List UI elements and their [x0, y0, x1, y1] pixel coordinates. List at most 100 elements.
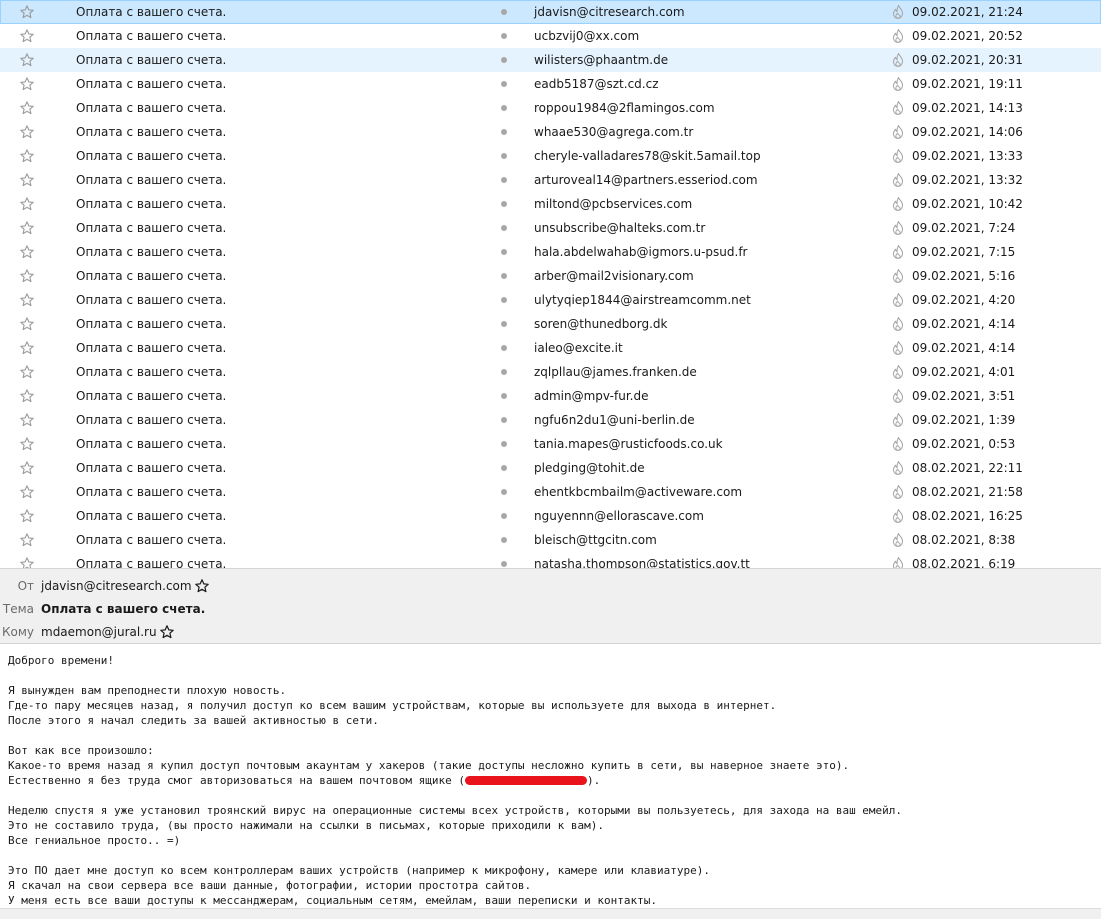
message-row[interactable]: Оплата с вашего счета. ucbzvij0@xx.com 0…	[0, 24, 1101, 48]
message-row[interactable]: Оплата с вашего счета. eadb5187@szt.cd.c…	[0, 72, 1101, 96]
star-icon[interactable]	[19, 556, 35, 568]
message-row[interactable]: Оплата с вашего счета. roppou1984@2flami…	[0, 96, 1101, 120]
message-row[interactable]: Оплата с вашего счета. ehentkbcmbailm@ac…	[0, 480, 1101, 504]
read-dot-icon[interactable]	[501, 417, 507, 423]
star-icon[interactable]	[19, 124, 35, 140]
flame-icon[interactable]	[890, 220, 906, 236]
star-icon[interactable]	[19, 460, 35, 476]
to-star-icon[interactable]	[159, 624, 175, 640]
flame-icon[interactable]	[890, 172, 906, 188]
read-dot-icon[interactable]	[501, 105, 507, 111]
flame-icon[interactable]	[890, 412, 906, 428]
star-icon[interactable]	[19, 484, 35, 500]
flame-icon[interactable]	[890, 244, 906, 260]
message-row[interactable]: Оплата с вашего счета. zqlpllau@james.fr…	[0, 360, 1101, 384]
star-icon[interactable]	[19, 436, 35, 452]
read-dot-icon[interactable]	[501, 465, 507, 471]
from-address[interactable]: jdavisn@citresearch.com	[41, 576, 192, 596]
star-icon[interactable]	[19, 196, 35, 212]
star-icon[interactable]	[19, 412, 35, 428]
star-icon[interactable]	[19, 268, 35, 284]
star-icon[interactable]	[19, 52, 35, 68]
read-dot-icon[interactable]	[501, 201, 507, 207]
read-dot-icon[interactable]	[501, 537, 507, 543]
message-row[interactable]: Оплата с вашего счета. whaae530@agrega.c…	[0, 120, 1101, 144]
message-row[interactable]: Оплата с вашего счета. nguyennn@ellorasc…	[0, 504, 1101, 528]
message-row[interactable]: Оплата с вашего счета. ulytyqiep1844@air…	[0, 288, 1101, 312]
flame-icon[interactable]	[890, 340, 906, 356]
star-icon[interactable]	[19, 172, 35, 188]
flame-icon[interactable]	[890, 532, 906, 548]
flame-icon[interactable]	[890, 4, 906, 20]
read-dot-icon[interactable]	[501, 129, 507, 135]
message-row[interactable]: Оплата с вашего счета. admin@mpv-fur.de …	[0, 384, 1101, 408]
flame-icon[interactable]	[890, 436, 906, 452]
star-icon[interactable]	[19, 28, 35, 44]
star-icon[interactable]	[19, 76, 35, 92]
message-row[interactable]: Оплата с вашего счета. soren@thunedborg.…	[0, 312, 1101, 336]
flame-icon[interactable]	[890, 316, 906, 332]
message-row[interactable]: Оплата с вашего счета. bleisch@ttgcitn.c…	[0, 528, 1101, 552]
flame-icon[interactable]	[890, 460, 906, 476]
message-row[interactable]: Оплата с вашего счета. ngfu6n2du1@uni-be…	[0, 408, 1101, 432]
flame-icon[interactable]	[890, 292, 906, 308]
message-row[interactable]: Оплата с вашего счета. pledging@tohit.de…	[0, 456, 1101, 480]
read-dot-icon[interactable]	[501, 513, 507, 519]
message-row[interactable]: Оплата с вашего счета. cheryle-valladare…	[0, 144, 1101, 168]
read-dot-icon[interactable]	[501, 9, 507, 15]
message-row[interactable]: Оплата с вашего счета. tania.mapes@rusti…	[0, 432, 1101, 456]
read-dot-icon[interactable]	[501, 33, 507, 39]
star-icon[interactable]	[19, 220, 35, 236]
flame-icon[interactable]	[890, 28, 906, 44]
to-address[interactable]: mdaemon@jural.ru	[41, 622, 157, 642]
star-icon[interactable]	[19, 148, 35, 164]
flame-icon[interactable]	[890, 196, 906, 212]
message-row[interactable]: Оплата с вашего счета. arber@mail2vision…	[0, 264, 1101, 288]
flame-icon[interactable]	[890, 100, 906, 116]
read-dot-icon[interactable]	[501, 561, 507, 567]
read-dot-icon[interactable]	[501, 441, 507, 447]
flame-icon[interactable]	[890, 76, 906, 92]
message-row[interactable]: Оплата с вашего счета. arturoveal14@part…	[0, 168, 1101, 192]
star-icon[interactable]	[19, 532, 35, 548]
message-row[interactable]: Оплата с вашего счета. jdavisn@citresear…	[0, 0, 1101, 24]
message-list[interactable]: Оплата с вашего счета. jdavisn@citresear…	[0, 0, 1101, 568]
flame-icon[interactable]	[890, 508, 906, 524]
message-row[interactable]: Оплата с вашего счета. ialeo@excite.it 0…	[0, 336, 1101, 360]
message-row[interactable]: Оплата с вашего счета. miltond@pcbservic…	[0, 192, 1101, 216]
star-icon[interactable]	[19, 388, 35, 404]
flame-icon[interactable]	[890, 388, 906, 404]
star-icon[interactable]	[19, 340, 35, 356]
read-dot-icon[interactable]	[501, 153, 507, 159]
read-dot-icon[interactable]	[501, 297, 507, 303]
read-dot-icon[interactable]	[501, 81, 507, 87]
star-icon[interactable]	[19, 316, 35, 332]
star-icon[interactable]	[19, 4, 35, 20]
from-star-icon[interactable]	[194, 578, 210, 594]
star-icon[interactable]	[19, 100, 35, 116]
read-dot-icon[interactable]	[501, 225, 507, 231]
flame-icon[interactable]	[890, 268, 906, 284]
message-row[interactable]: Оплата с вашего счета. unsubscribe@halte…	[0, 216, 1101, 240]
star-icon[interactable]	[19, 244, 35, 260]
read-dot-icon[interactable]	[501, 57, 507, 63]
flame-icon[interactable]	[890, 148, 906, 164]
read-dot-icon[interactable]	[501, 345, 507, 351]
read-dot-icon[interactable]	[501, 489, 507, 495]
star-icon[interactable]	[19, 508, 35, 524]
message-row[interactable]: Оплата с вашего счета. hala.abdelwahab@i…	[0, 240, 1101, 264]
star-icon[interactable]	[19, 364, 35, 380]
flame-icon[interactable]	[890, 484, 906, 500]
read-dot-icon[interactable]	[501, 369, 507, 375]
read-dot-icon[interactable]	[501, 177, 507, 183]
read-dot-icon[interactable]	[501, 393, 507, 399]
read-dot-icon[interactable]	[501, 273, 507, 279]
flame-icon[interactable]	[890, 52, 906, 68]
star-icon[interactable]	[19, 292, 35, 308]
flame-icon[interactable]	[890, 124, 906, 140]
message-body[interactable]: Доброго времени! Я вынужден вам преподнес…	[0, 644, 1101, 908]
read-dot-icon[interactable]	[501, 249, 507, 255]
read-dot-icon[interactable]	[501, 321, 507, 327]
message-row[interactable]: Оплата с вашего счета. wilisters@phaantm…	[0, 48, 1101, 72]
flame-icon[interactable]	[890, 364, 906, 380]
